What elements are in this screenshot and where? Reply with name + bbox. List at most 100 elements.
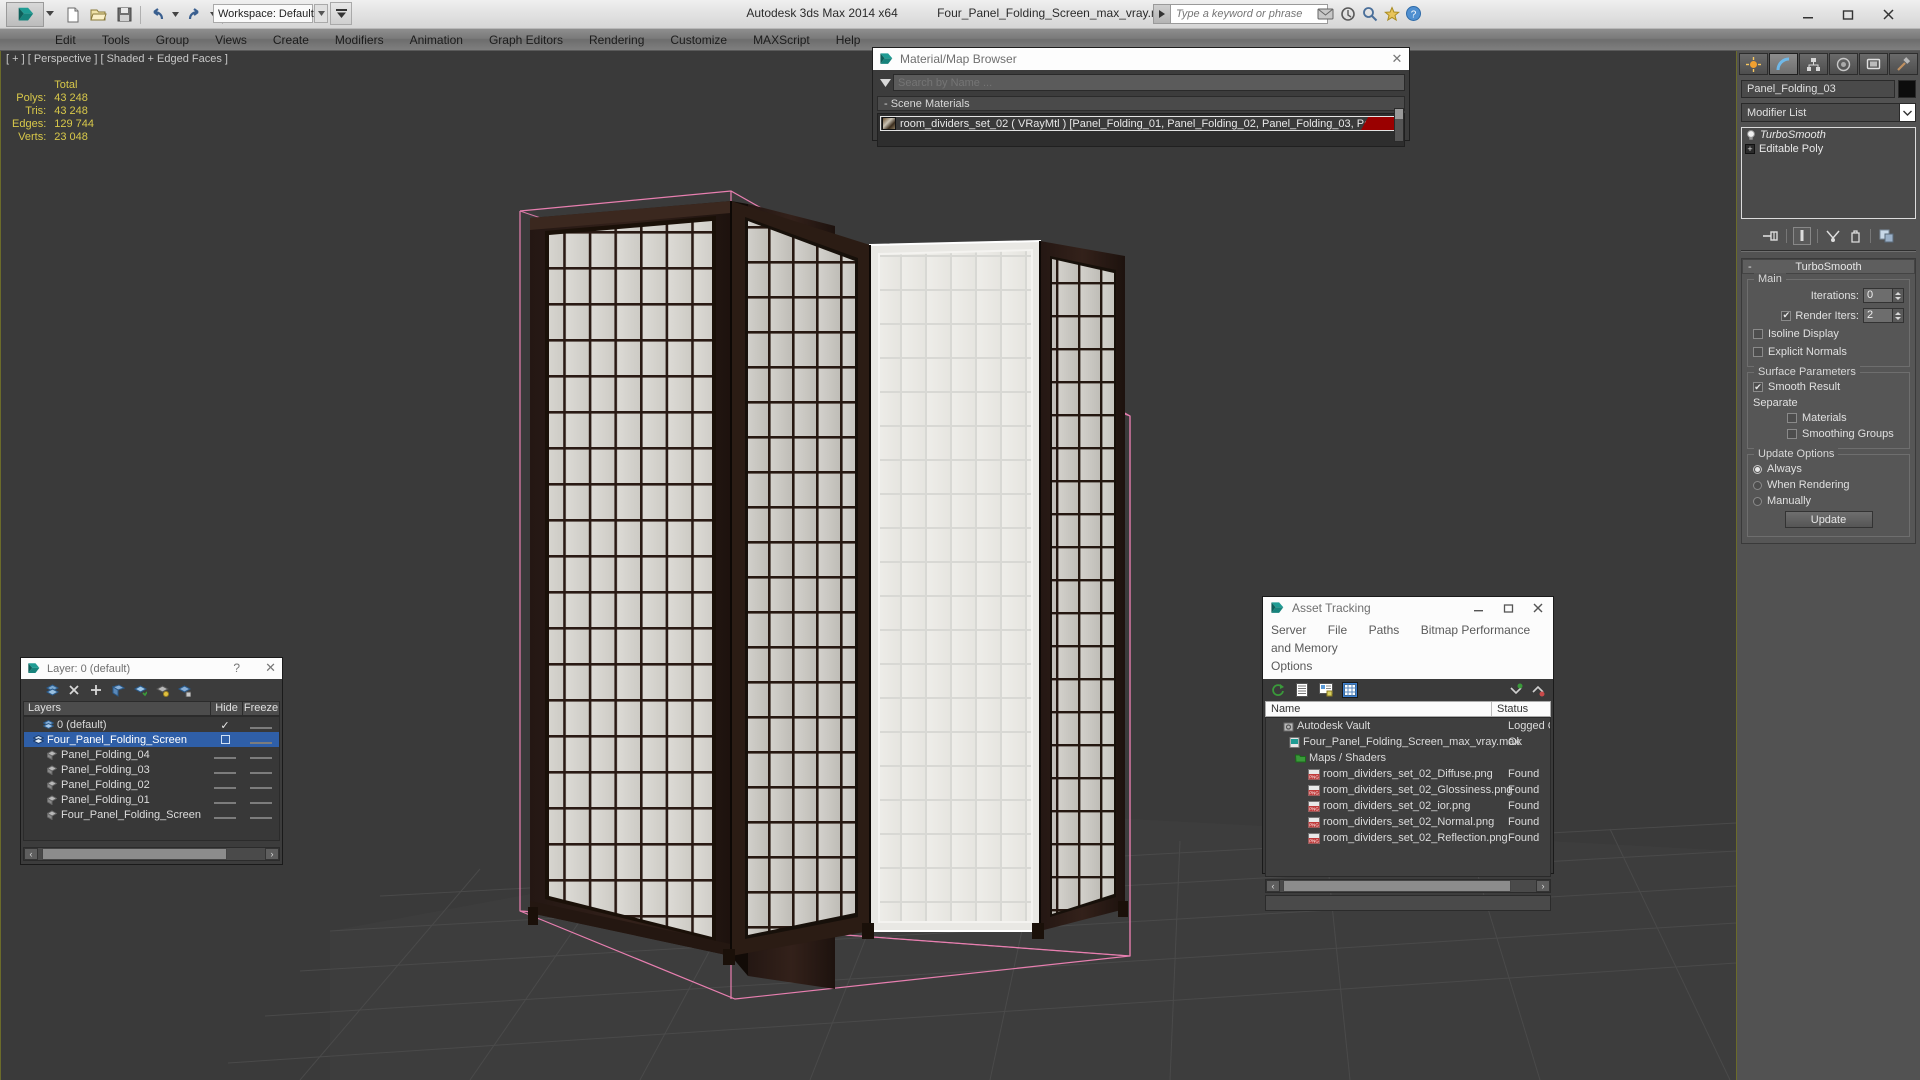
menu-item-maxscript[interactable]: MAXScript — [740, 30, 823, 50]
menu-item-tools[interactable]: Tools — [89, 30, 143, 50]
expand-plus-icon[interactable]: + — [1745, 144, 1755, 154]
layer-row-screen[interactable]: Four_Panel_Folding_Screen — [24, 807, 279, 822]
explicit-normals-checkbox[interactable] — [1753, 347, 1763, 357]
render-iters-checkbox[interactable] — [1781, 310, 1792, 321]
smooth-result-checkbox[interactable] — [1753, 382, 1763, 392]
menu-item-animation[interactable]: Animation — [397, 30, 476, 50]
menu-item-modifiers[interactable]: Modifiers — [322, 30, 397, 50]
hierarchy-tab[interactable] — [1799, 53, 1828, 75]
asset-tracking-dialog[interactable]: Asset Tracking Server File Paths Bitmap … — [1262, 596, 1554, 911]
maximize-button[interactable] — [1828, 0, 1868, 29]
layer-row-panel-01[interactable]: Panel_Folding_01 — [24, 792, 279, 807]
material-list-item[interactable]: room_dividers_set_02 ( VRayMtl ) [Panel_… — [880, 116, 1402, 131]
undo-dropdown-icon[interactable] — [170, 3, 181, 26]
search-dropdown-icon[interactable] — [1153, 4, 1170, 24]
asset-row-glossiness[interactable]: PNG room_dividers_set_02_Glossiness.png … — [1266, 782, 1550, 798]
help-icon[interactable]: ? — [1404, 4, 1423, 23]
menu-item-views[interactable]: Views — [202, 30, 260, 50]
create-tab[interactable] — [1739, 53, 1768, 75]
search-options-icon[interactable] — [877, 74, 893, 91]
add-selection-icon[interactable] — [89, 683, 103, 697]
scroll-left-icon[interactable]: ‹ — [1266, 880, 1280, 892]
separate-materials-row[interactable]: Materials — [1753, 412, 1904, 424]
asset-menu-paths[interactable]: Paths — [1369, 623, 1400, 637]
motion-tab[interactable] — [1829, 53, 1858, 75]
asset-menu-file[interactable]: File — [1328, 623, 1347, 637]
detail-view-icon[interactable] — [1318, 682, 1334, 698]
iterations-spinner[interactable]: 0 — [1863, 288, 1904, 303]
material-list-scrollbar[interactable] — [1394, 108, 1404, 142]
iterations-value[interactable]: 0 — [1863, 288, 1893, 303]
configure-modifier-sets-icon[interactable] — [1877, 227, 1895, 245]
material-search-input[interactable] — [893, 74, 1405, 91]
menu-item-graph-editors[interactable]: Graph Editors — [476, 30, 576, 50]
close-button[interactable] — [1868, 0, 1908, 29]
separate-smoothing-groups-checkbox[interactable] — [1787, 429, 1797, 439]
close-icon[interactable]: ✕ — [265, 660, 276, 676]
modifier-stack-item-turbosmooth[interactable]: TurboSmooth — [1742, 128, 1915, 142]
create-new-layer-icon[interactable] — [45, 683, 59, 697]
set-current-layer-icon[interactable] — [133, 683, 147, 697]
smooth-result-row[interactable]: Smooth Result — [1753, 381, 1904, 393]
workspace-selector[interactable]: Workspace: Default — [213, 4, 314, 23]
workspace-expand-icon[interactable] — [330, 2, 352, 25]
asset-row-reflection[interactable]: PNG room_dividers_set_02_Reflection.png … — [1266, 830, 1550, 846]
layer-row-default[interactable]: 0 (default) ✓ — [24, 717, 279, 732]
collapse-all-icon[interactable] — [1530, 682, 1546, 698]
menu-item-group[interactable]: Group — [143, 30, 202, 50]
favorites-star-icon[interactable] — [1382, 4, 1401, 23]
layer-list[interactable]: 0 (default) ✓ Four_Panel_Folding_Screen … — [23, 716, 280, 841]
material-list[interactable]: room_dividers_set_02 ( VRayMtl ) [Panel_… — [877, 113, 1405, 147]
update-option-when-rendering[interactable]: When Rendering — [1753, 479, 1904, 491]
object-name-field[interactable]: Panel_Folding_03 — [1741, 80, 1895, 98]
layer-row-panel-04[interactable]: Panel_Folding_04 — [24, 747, 279, 762]
layer-hide-cell-7[interactable] — [212, 806, 238, 824]
scene-materials-group-header[interactable]: - Scene Materials — [877, 96, 1405, 111]
scrollbar-thumb[interactable] — [1395, 109, 1403, 119]
object-color-swatch[interactable] — [1898, 80, 1916, 98]
render-iters-value[interactable]: 2 — [1863, 308, 1893, 323]
spinner-arrows-icon-2[interactable] — [1893, 308, 1904, 323]
display-tab[interactable] — [1859, 53, 1888, 75]
undo-icon[interactable] — [144, 3, 169, 26]
search-magnifier-icon[interactable] — [1360, 4, 1379, 23]
update-option-manually[interactable]: Manually — [1753, 495, 1904, 507]
menu-item-help[interactable]: Help — [823, 30, 874, 50]
delete-layer-icon[interactable] — [67, 683, 81, 697]
highlight-icon[interactable] — [155, 683, 169, 697]
modifier-stack-item-editable-poly[interactable]: + Editable Poly — [1742, 142, 1915, 156]
asset-row-ior[interactable]: PNG room_dividers_set_02_ior.png Found — [1266, 798, 1550, 814]
rollout-collapse-icon[interactable]: - — [1748, 261, 1752, 273]
scrollbar-thumb[interactable] — [1283, 880, 1511, 892]
remove-modifier-icon[interactable] — [1846, 227, 1864, 245]
asset-row-normal[interactable]: PNG room_dividers_set_02_Normal.png Foun… — [1266, 814, 1550, 830]
modifier-stack[interactable]: TurboSmooth + Editable Poly — [1741, 127, 1916, 219]
select-objects-icon[interactable] — [111, 683, 125, 697]
redo-icon[interactable] — [182, 3, 207, 26]
asset-horizontal-scrollbar[interactable]: ‹ › — [1265, 879, 1551, 893]
layer-row-selected[interactable]: Four_Panel_Folding_Screen — [24, 732, 279, 747]
scroll-left-icon[interactable]: ‹ — [24, 848, 38, 860]
update-manually-radio[interactable] — [1753, 496, 1762, 506]
communication-center-icon[interactable] — [1316, 4, 1335, 23]
show-end-result-icon[interactable] — [1793, 226, 1811, 245]
workspace-dropdown-icon[interactable] — [314, 4, 328, 23]
asset-row-vault[interactable]: Autodesk Vault Logged C — [1266, 718, 1550, 734]
update-always-radio[interactable] — [1753, 464, 1762, 474]
application-menu-button[interactable] — [6, 2, 44, 27]
maximize-button[interactable] — [1493, 597, 1523, 619]
list-view-icon[interactable] — [1294, 682, 1310, 698]
make-unique-icon[interactable] — [1824, 227, 1842, 245]
menu-item-customize[interactable]: Customize — [657, 30, 740, 50]
asset-menu-server[interactable]: Server — [1271, 623, 1306, 637]
open-file-icon[interactable] — [86, 3, 111, 26]
scrollbar-thumb[interactable] — [42, 848, 227, 860]
material-map-browser[interactable]: Material/Map Browser ✕ - Scene Materials… — [872, 47, 1410, 147]
minimize-button[interactable] — [1463, 597, 1493, 619]
menu-item-edit[interactable]: Edit — [42, 30, 89, 50]
asset-list[interactable]: Autodesk Vault Logged C Four_Panel_Foldi… — [1265, 717, 1551, 877]
help-icon[interactable]: ? — [233, 661, 240, 675]
close-button[interactable] — [1523, 597, 1553, 619]
spinner-arrows-icon[interactable] — [1893, 288, 1904, 303]
scroll-right-icon[interactable]: › — [1536, 880, 1550, 892]
